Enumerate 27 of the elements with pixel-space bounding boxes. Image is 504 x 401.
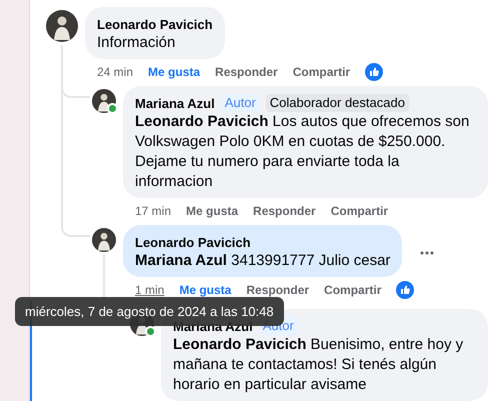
like-icon[interactable] [396,281,414,299]
author-name[interactable]: Leonardo Pavicich [97,16,213,32]
reply-button[interactable]: Responder [215,65,278,79]
timestamp-link[interactable]: 24 min [97,65,134,79]
timestamp-link[interactable]: 17 min [135,204,172,218]
comment-text: Mariana Azul 3413991777 Julio cesar [135,251,390,271]
comment-text: Información [97,33,176,53]
avatar[interactable] [92,228,116,252]
reply-button[interactable]: Responder [246,283,310,297]
share-button[interactable]: Compartir [330,204,388,218]
reply-button[interactable]: Responder [253,204,316,218]
more-icon[interactable] [420,251,434,255]
contributor-badge: Colaborador destacado [266,94,409,112]
like-button[interactable]: Me gusta [148,65,200,79]
like-button[interactable]: Me gusta [186,204,238,218]
share-button[interactable]: Compartir [292,65,350,79]
avatar[interactable] [46,10,78,42]
author-name[interactable]: Leonardo Pavicich [135,234,251,250]
timestamp-link[interactable]: 1 min [135,283,164,297]
connector-line [61,220,90,237]
comment-text: Leonardo Pavicich Los autos que ofrecemos son Volkswagen Polo 0KM en cuotas de $250.000. Dejame tu numero para enviarte toda la informacion [135,112,470,192]
author-badge: Autor [220,94,260,112]
author-name[interactable]: Mariana Azul [135,96,215,110]
share-button[interactable]: Compartir [324,283,382,297]
comment-text: Leonardo Pavicich Buenisimo, entre hoy y mañana te contactamos! Si tenés algún horario en particular avisame [173,335,464,395]
like-button[interactable]: Me gusta [179,283,232,297]
like-icon[interactable] [365,63,384,81]
